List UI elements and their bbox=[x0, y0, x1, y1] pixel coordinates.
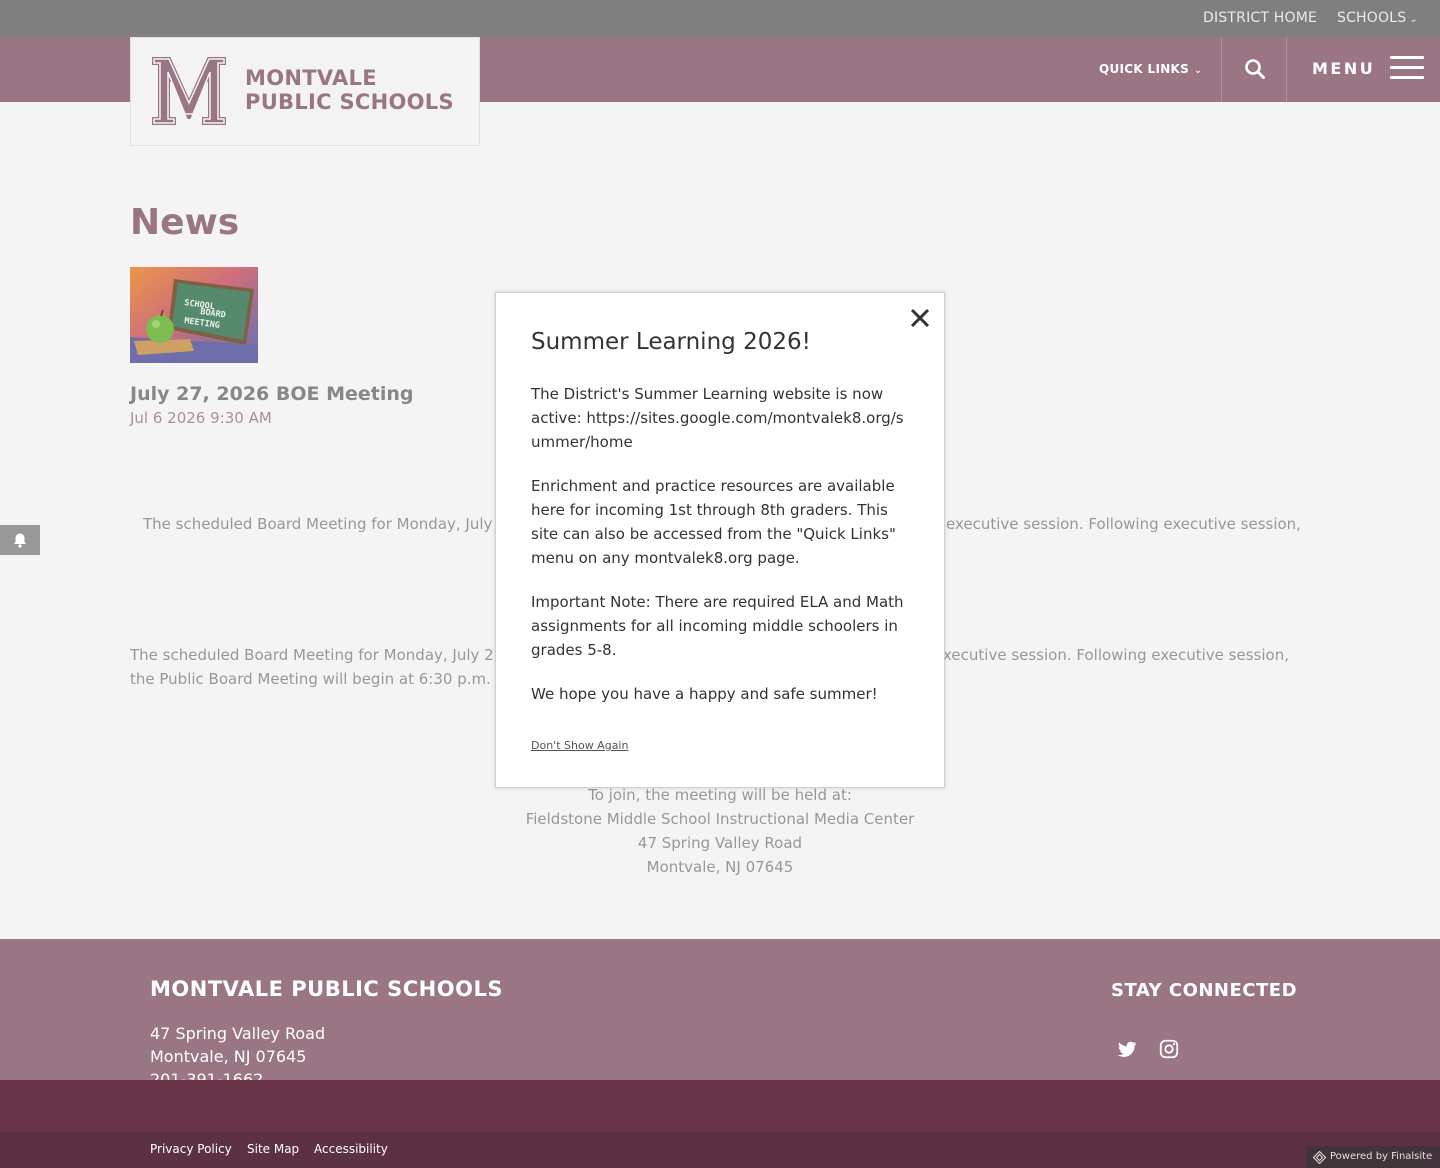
modal-paragraph: The District's Summer Learning website i… bbox=[531, 382, 913, 454]
close-icon[interactable] bbox=[908, 306, 932, 330]
modal-title: Summer Learning 2026! bbox=[531, 329, 811, 355]
dont-show-again-link[interactable]: Don't Show Again bbox=[531, 739, 628, 752]
summer-learning-url[interactable]: https://sites.google.com/montvalek8.org/… bbox=[531, 409, 904, 451]
modal-body: The District's Summer Learning website i… bbox=[531, 382, 913, 726]
modal-paragraph: Important Note: There are required ELA a… bbox=[531, 593, 904, 659]
modal-paragraph: Enrichment and practice resources are av… bbox=[531, 477, 896, 567]
summer-learning-modal: Summer Learning 2026! The District's Sum… bbox=[495, 292, 945, 788]
modal-paragraph: We hope you have a happy and safe summer… bbox=[531, 685, 878, 703]
